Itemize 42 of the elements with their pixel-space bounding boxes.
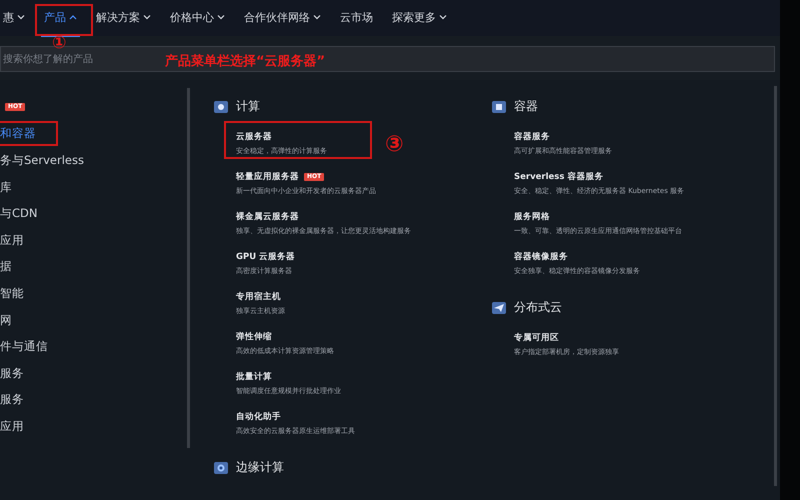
section-title: 计算 bbox=[236, 98, 260, 115]
nav-item[interactable]: 云市场 bbox=[337, 0, 376, 36]
sidebar-item[interactable]: 务与Serverless bbox=[0, 148, 106, 173]
nav-item[interactable]: 惠 bbox=[0, 0, 28, 36]
sidebar-item[interactable]: 服务 bbox=[0, 360, 46, 386]
sidebar-item[interactable]: 和容器 bbox=[0, 121, 58, 146]
sidebar-item[interactable]: 件与通信 bbox=[0, 334, 70, 360]
nav-item[interactable]: 价格中心 bbox=[167, 0, 228, 36]
sidebar-item[interactable]: 库 bbox=[0, 174, 34, 200]
product-link[interactable]: 专属可用区 bbox=[514, 332, 559, 344]
section-title: 分布式云 bbox=[514, 299, 562, 316]
product-link[interactable]: 专用宿主机 bbox=[236, 291, 281, 303]
plane-icon bbox=[492, 302, 506, 314]
sidebar-item[interactable]: 服务 bbox=[0, 387, 46, 412]
highlight-frame bbox=[35, 4, 93, 36]
product-link[interactable]: 云服务器 bbox=[236, 131, 272, 143]
product-link[interactable]: 自动化助手 bbox=[236, 411, 281, 423]
sidebar-item[interactable]: 应用 bbox=[0, 414, 46, 439]
section-title: 容器 bbox=[514, 98, 538, 115]
product-link[interactable]: 裸金属云服务器 bbox=[236, 211, 299, 223]
box-icon bbox=[492, 100, 506, 112]
product-link[interactable]: 容器服务 bbox=[514, 131, 550, 143]
step-number: ③ bbox=[385, 134, 404, 156]
nav-item[interactable]: 合作伙伴网络 bbox=[241, 0, 324, 36]
nav-item[interactable]: 解决方案 bbox=[93, 0, 154, 36]
product-link[interactable]: GPU 云服务器 bbox=[236, 251, 296, 263]
sidebar-item[interactable]: 智能 bbox=[0, 280, 46, 306]
scrollbar[interactable] bbox=[187, 88, 190, 448]
annotation-note: 产品菜单栏选择“云服务器” bbox=[165, 52, 326, 70]
sidebar-item[interactable]: 据 bbox=[0, 254, 34, 280]
scrollbar[interactable] bbox=[774, 86, 777, 486]
sidebar-item[interactable]: 应用 bbox=[0, 228, 46, 253]
sidebar-item[interactable]: 与CDN bbox=[0, 201, 60, 226]
product-link[interactable]: 服务网格 bbox=[514, 211, 550, 223]
section-title: 边缘计算 bbox=[236, 459, 284, 476]
product-link[interactable]: 弹性伸缩 bbox=[236, 331, 272, 343]
sidebar-item[interactable]: 网 bbox=[0, 308, 34, 333]
product-link[interactable]: Serverless 容器服务 bbox=[514, 171, 604, 183]
product-link[interactable]: 轻量应用服务器 bbox=[236, 171, 299, 183]
product-link[interactable]: 批量计算 bbox=[236, 371, 272, 383]
product-link[interactable]: 容器镜像服务 bbox=[514, 251, 568, 263]
nav-item[interactable]: 探索更多 bbox=[389, 0, 450, 36]
